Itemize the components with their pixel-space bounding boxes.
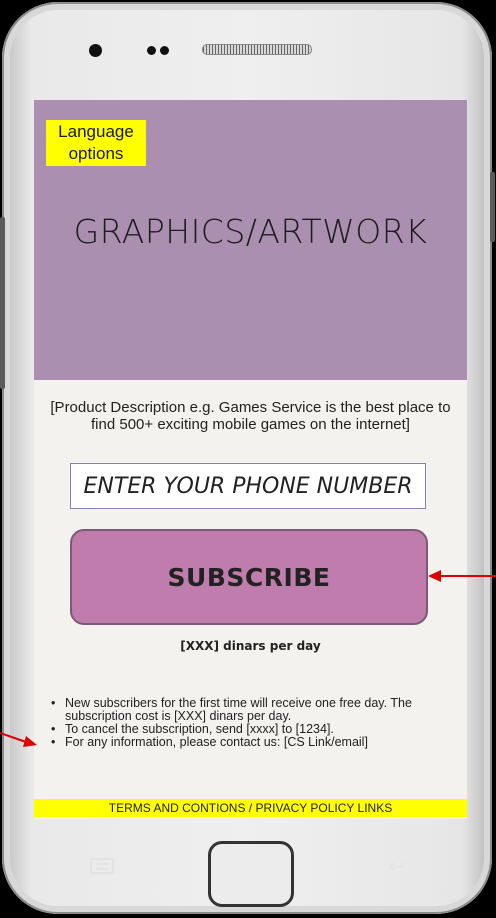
info-item: For any information, please contact us: … <box>50 736 460 750</box>
price-text: [XXX] dinars per day <box>180 639 321 653</box>
home-button[interactable] <box>208 841 294 907</box>
graphics-placeholder: GRAPHICS/ARTWORK <box>73 212 428 251</box>
back-icon[interactable]: ↩ <box>386 856 408 876</box>
terms-link[interactable]: TERMS AND CONTIONS <box>109 801 246 815</box>
product-description: [Product Description e.g. Games Service … <box>50 399 451 433</box>
subscribe-button[interactable]: SUBSCRIBE <box>70 529 428 625</box>
power-button <box>490 172 495 242</box>
sensor-icon <box>147 46 156 55</box>
volume-button <box>0 217 5 389</box>
landing-screen: Language options GRAPHICS/ARTWORK [Produ… <box>34 100 467 819</box>
annotation-arrow-left <box>0 732 37 747</box>
language-options-button[interactable]: Language options <box>46 120 146 166</box>
separator: / <box>245 801 256 815</box>
privacy-policy-link[interactable]: PRIVACY POLICY LINKS <box>255 801 392 815</box>
front-camera-icon <box>89 44 102 57</box>
annotation-arrow-right <box>428 570 496 582</box>
terms-bar: TERMS AND CONTIONS / PRIVACY POLICY LINK… <box>34 799 467 817</box>
hero-banner: Language options GRAPHICS/ARTWORK <box>34 100 467 380</box>
info-list: New subscribers for the first time will … <box>50 697 460 750</box>
phone-number-input[interactable] <box>70 463 426 509</box>
speaker-grille <box>202 44 312 55</box>
menu-icon[interactable] <box>90 858 114 874</box>
sensor-icon <box>160 46 169 55</box>
info-item: New subscribers for the first time will … <box>50 697 460 723</box>
